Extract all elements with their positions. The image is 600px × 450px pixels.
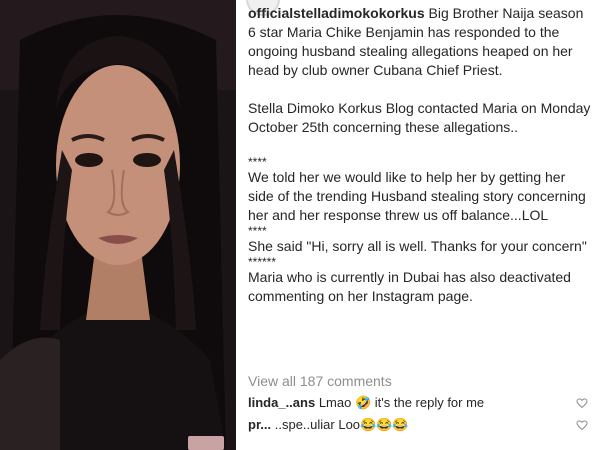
caption-paragraph-3: We told her we would like to help her by…	[248, 169, 586, 223]
view-all-comments-link[interactable]: View all 187 comments	[248, 372, 392, 391]
caption-paragraph-4: She said "Hi, sorry all is well. Thanks …	[248, 238, 587, 254]
comment-username[interactable]: linda_..ans	[248, 395, 315, 410]
heart-icon[interactable]	[576, 419, 588, 431]
post-detail-panel: officialstelladimokokorkus Big Brother N…	[244, 0, 600, 450]
caption-separator-1: ****	[248, 155, 267, 169]
thumbnail-image[interactable]	[188, 436, 224, 450]
post-photo[interactable]	[0, 0, 236, 450]
caption-separator-3: ******	[248, 255, 277, 269]
comment-username[interactable]: pr...	[248, 417, 271, 432]
post-caption: officialstelladimokokorkus Big Brother N…	[248, 4, 594, 306]
comment-text: Lmao 🤣 it's the reply for me	[318, 395, 485, 410]
profile-photo	[0, 0, 236, 450]
comment-item: linda_..ans Lmao 🤣 it's the reply for me	[248, 394, 568, 412]
caption-separator-2: ****	[248, 224, 267, 238]
heart-icon[interactable]	[576, 397, 588, 409]
caption-username[interactable]: officialstelladimokokorkus	[248, 5, 425, 21]
comment-item: pr... ..spe..uliar Loo😂😂😂	[248, 416, 568, 434]
caption-paragraph-5: Maria who is currently in Dubai has also…	[248, 269, 571, 304]
caption-paragraph-2: Stella Dimoko Korkus Blog contacted Mari…	[248, 100, 591, 135]
divider	[236, 0, 244, 450]
comment-text: ..spe..uliar Loo😂😂😂	[274, 417, 409, 432]
